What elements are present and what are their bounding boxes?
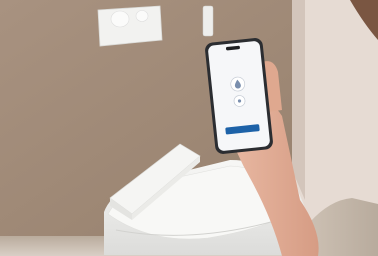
flush-plate-icon[interactable] [97, 5, 163, 47]
app-subtitle [211, 63, 263, 68]
bathroom-scene [0, 0, 378, 256]
phone-ui [209, 43, 271, 148]
wall-sensor [202, 5, 214, 37]
app-title [210, 57, 262, 62]
right-wall-shade [292, 0, 305, 200]
